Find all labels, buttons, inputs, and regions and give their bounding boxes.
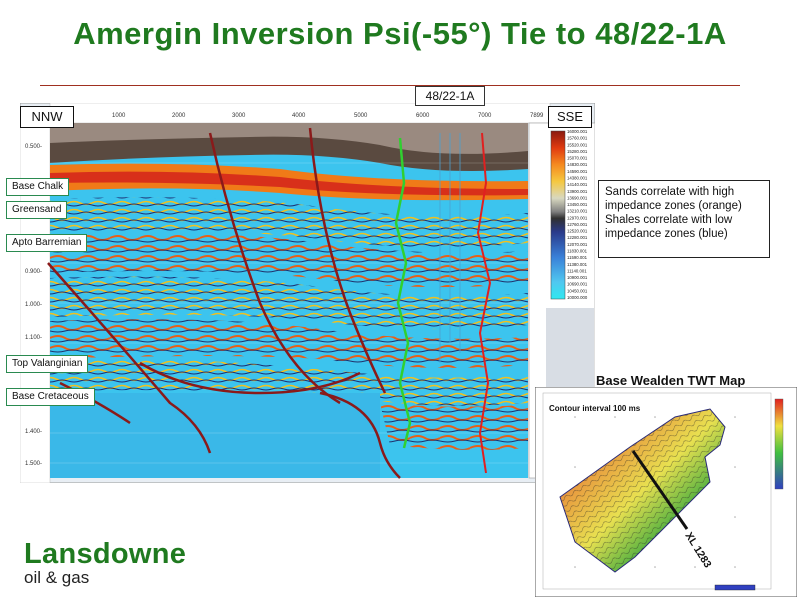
- y-tick-label: 0.500-: [25, 144, 42, 150]
- colorbar-value: 12760.001: [567, 222, 588, 227]
- direction-nnw-label: NNW: [20, 106, 74, 128]
- map-contour-note: Contour interval 100 ms: [549, 404, 641, 413]
- colorbar-value: 12970.001: [567, 215, 588, 220]
- title-divider: [40, 85, 740, 86]
- colorbar-value: 13210.001: [567, 209, 588, 214]
- horizon-label-apto-barremian: Apto Barremian: [6, 234, 88, 252]
- colorbar-value: 14590.001: [567, 169, 588, 174]
- horizon-label-base-cretaceous: Base Cretaceous: [6, 388, 95, 406]
- colorbar-value: 14140.001: [567, 182, 588, 187]
- colorbar-value: 11830.001: [567, 249, 588, 254]
- colorbar-value: 15760.001: [567, 136, 588, 141]
- slide-title: Amergin Inversion Psi(-55°) Tie to 48/22…: [73, 16, 727, 51]
- horizon-label-top-valanginian: Top Valanginian: [6, 355, 89, 373]
- company-logo-name: Lansdowne: [24, 538, 187, 570]
- colorbar-value: 11380.001: [567, 262, 588, 267]
- x-tick-label: 6000: [416, 113, 430, 119]
- colorbar-value: 12280.001: [567, 235, 588, 240]
- colorbar-value: 15280.001: [567, 149, 588, 154]
- colorbar-value: 14380.001: [567, 175, 588, 180]
- direction-sse-label: SSE: [548, 106, 592, 128]
- horizon-label-greensand: Greensand: [6, 201, 68, 219]
- x-tick-label: 4000: [292, 113, 306, 119]
- x-tick-label: 2000: [172, 113, 186, 119]
- impedance-legend: Sands correlate with high impedance zone…: [598, 180, 770, 258]
- legend-line-1: Sands correlate with high: [605, 186, 735, 198]
- twt-map: Contour interval 100 ms XL 1283: [535, 387, 797, 597]
- x-tick-label: 1000: [112, 113, 126, 119]
- colorbar-value: 15520.001: [567, 142, 588, 147]
- y-tick-label: 1.000-: [25, 302, 42, 308]
- x-tick-label: 7000: [478, 113, 492, 119]
- colorbar-value: 13900.001: [567, 189, 588, 194]
- colorbar-value: 10000.000: [567, 295, 588, 300]
- y-tick-label: 1.500-: [25, 461, 42, 467]
- x-tick-label: 3000: [232, 113, 246, 119]
- colorbar-value: 15070.001: [567, 156, 588, 161]
- company-logo-sub: oil & gas: [24, 568, 90, 587]
- legend-line-3: Shales correlate with low: [605, 214, 733, 226]
- colorbar-value: 10900.001: [567, 275, 588, 280]
- colorbar-value: 13690.001: [567, 195, 588, 200]
- colorbar-value: 10690.001: [567, 282, 588, 287]
- well-label: 48/22-1A: [415, 86, 485, 106]
- colorbar-value: 12070.001: [567, 242, 588, 247]
- y-tick-label: 1.400-: [25, 429, 42, 435]
- colorbar-value: 11140.001: [567, 268, 587, 273]
- horizon-label-base-chalk: Base Chalk: [6, 178, 70, 196]
- y-tick-label: 1.100-: [25, 335, 42, 341]
- legend-line-2: impedance zones (orange): [605, 200, 742, 212]
- colorbar-value: 12520.001: [567, 229, 588, 234]
- x-tick-label: 7899: [530, 113, 544, 119]
- colorbar-value: 14830.001: [567, 162, 588, 167]
- seismic-section: 1000 2000 3000 4000 5000 6000 7000 7899 0.500- 0…: [20, 103, 595, 483]
- colorbar-value: 10450.001: [567, 288, 588, 293]
- legend-line-4: impedance zones (blue): [605, 228, 728, 240]
- colorbar-value: 11590.001: [567, 255, 588, 260]
- x-tick-label: 5000: [354, 113, 368, 119]
- y-tick-label: 0.900-: [25, 269, 42, 275]
- colorbar-value: 16000.001: [567, 129, 588, 134]
- colorbar-value: 13450.001: [567, 202, 588, 207]
- map-title: Base Wealden TWT Map: [596, 373, 746, 388]
